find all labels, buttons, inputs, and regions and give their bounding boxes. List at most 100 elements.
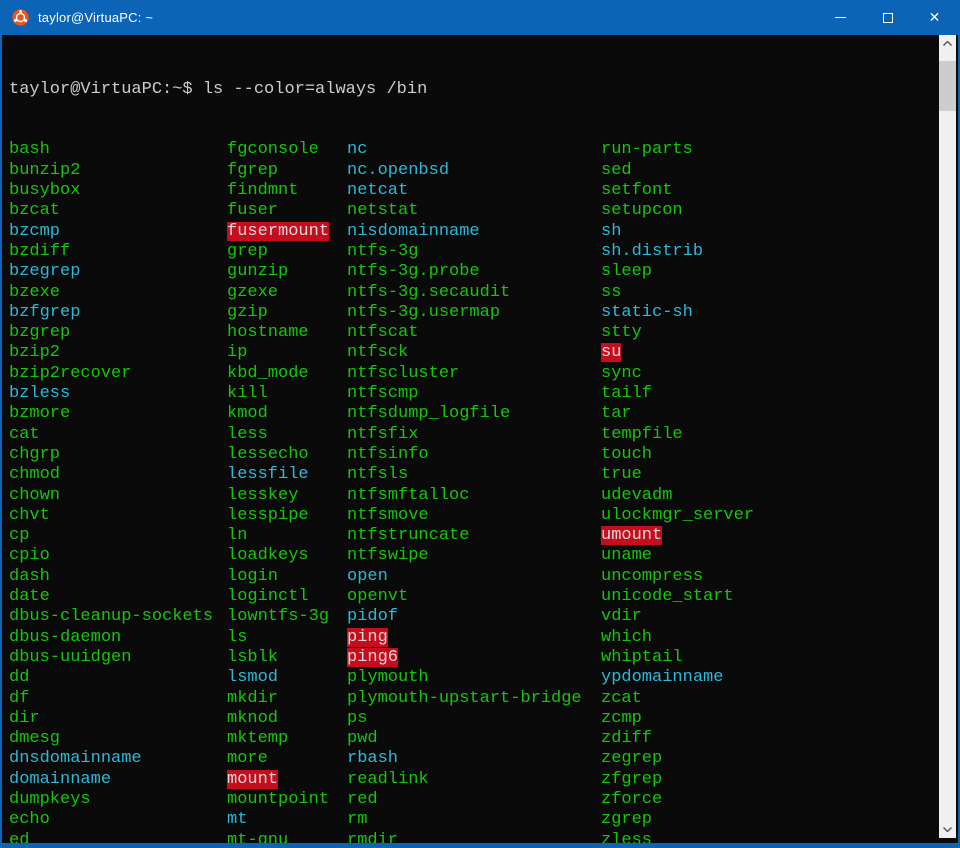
- file-name: bzdiff: [9, 242, 70, 261]
- file-cell: zdiff: [601, 729, 652, 749]
- file-cell: which: [601, 628, 652, 648]
- file-name: plymouth-upstart-bridge: [347, 689, 582, 708]
- file-cell: lesskey: [227, 486, 347, 506]
- file-name: setfont: [601, 181, 672, 200]
- file-name: ntfsck: [347, 343, 408, 362]
- file-cell: ntfsck: [347, 343, 601, 363]
- file-cell: ntfs-3g.probe: [347, 262, 601, 282]
- file-row: chownlesskeyntfsmftallocudevadm: [9, 486, 941, 506]
- file-cell: rm: [347, 810, 601, 830]
- file-name: dir: [9, 709, 40, 728]
- file-cell: ln: [227, 526, 347, 546]
- terminal-window: taylor@VirtuaPC: ~ ✕ taylor@VirtuaPC:~$ …: [0, 0, 960, 848]
- file-cell: zless: [601, 831, 652, 843]
- file-name: run-parts: [601, 140, 693, 159]
- scrollbar-thumb[interactable]: [939, 61, 956, 111]
- file-name: zcmp: [601, 709, 642, 728]
- file-cell: bzmore: [9, 404, 227, 424]
- file-row: ddlsmodplymouthypdomainname: [9, 668, 941, 688]
- file-cell: bzip2recover: [9, 364, 227, 384]
- file-name: ss: [601, 283, 621, 302]
- file-name: lessecho: [227, 445, 309, 464]
- file-name: nc.openbsd: [347, 161, 449, 180]
- file-name: tar: [601, 404, 632, 423]
- scroll-up-button[interactable]: [939, 35, 956, 52]
- file-name: dnsdomainname: [9, 749, 142, 768]
- file-name: kill: [227, 384, 268, 403]
- minimize-button[interactable]: [817, 0, 864, 35]
- file-name: cp: [9, 526, 29, 545]
- file-row: busyboxfindmntnetcatsetfont: [9, 181, 941, 201]
- file-row: dashloginopenuncompress: [9, 567, 941, 587]
- file-cell: bzip2: [9, 343, 227, 363]
- file-name: dumpkeys: [9, 790, 91, 809]
- file-cell: dir: [9, 709, 227, 729]
- file-cell: fusermount: [227, 222, 347, 242]
- file-name: unicode_start: [601, 587, 734, 606]
- file-name: dash: [9, 567, 50, 586]
- file-cell: bzcmp: [9, 222, 227, 242]
- file-cell: chown: [9, 486, 227, 506]
- file-cell: static-sh: [601, 303, 693, 323]
- file-cell: chgrp: [9, 445, 227, 465]
- file-name: bzgrep: [9, 323, 70, 342]
- file-name: sleep: [601, 262, 652, 281]
- maximize-button[interactable]: [864, 0, 911, 35]
- file-row: bzlesskillntfscmptailf: [9, 384, 941, 404]
- file-cell: ntfsfix: [347, 425, 601, 445]
- file-cell: bash: [9, 140, 227, 160]
- file-cell: plymouth-upstart-bridge: [347, 689, 601, 709]
- file-name: setupcon: [601, 201, 683, 220]
- file-cell: zgrep: [601, 810, 652, 830]
- file-cell: setfont: [601, 181, 672, 201]
- chevron-down-icon: [943, 827, 952, 832]
- terminal-screen[interactable]: taylor@VirtuaPC:~$ ls --color=always /bi…: [2, 35, 941, 843]
- file-cell: busybox: [9, 181, 227, 201]
- file-name: login: [227, 567, 278, 586]
- file-name: dmesg: [9, 729, 60, 748]
- file-cell: cat: [9, 425, 227, 445]
- file-name: lessfile: [227, 465, 309, 484]
- file-cell: lowntfs-3g: [227, 607, 347, 627]
- file-cell: bzless: [9, 384, 227, 404]
- file-name: nc: [347, 140, 367, 159]
- file-name: rbash: [347, 749, 398, 768]
- close-button[interactable]: ✕: [911, 0, 958, 35]
- file-cell: ntfsinfo: [347, 445, 601, 465]
- scrollbar[interactable]: [939, 35, 956, 838]
- file-row: bzegrepgunzipntfs-3g.probesleep: [9, 262, 941, 282]
- file-cell: dbus-cleanup-sockets: [9, 607, 227, 627]
- file-cell: umount: [601, 526, 662, 546]
- file-cell: bzgrep: [9, 323, 227, 343]
- file-cell: nc: [347, 140, 601, 160]
- file-cell: true: [601, 465, 642, 485]
- file-row: bzip2recoverkbd_modentfsclustersync: [9, 364, 941, 384]
- file-cell: tempfile: [601, 425, 683, 445]
- file-row: domainnamemountreadlinkzfgrep: [9, 770, 941, 790]
- file-cell: unicode_start: [601, 587, 734, 607]
- file-cell: run-parts: [601, 140, 693, 160]
- file-name: lesspipe: [227, 506, 309, 525]
- file-cell: bunzip2: [9, 161, 227, 181]
- file-name: dbus-uuidgen: [9, 648, 131, 667]
- file-name: ps: [347, 709, 367, 728]
- file-cell: login: [227, 567, 347, 587]
- scroll-down-button[interactable]: [939, 821, 956, 838]
- file-cell: nc.openbsd: [347, 161, 601, 181]
- file-name: zcat: [601, 689, 642, 708]
- file-row: bzdiffgrepntfs-3gsh.distrib: [9, 242, 941, 262]
- file-name: su: [601, 343, 621, 362]
- file-name: lowntfs-3g: [227, 607, 329, 626]
- file-cell: gunzip: [227, 262, 347, 282]
- file-cell: zcat: [601, 689, 642, 709]
- file-name: loadkeys: [227, 546, 309, 565]
- file-name: zfgrep: [601, 770, 662, 789]
- file-cell: sh: [601, 222, 621, 242]
- file-name: ntfstruncate: [347, 526, 469, 545]
- file-row: chmodlessfilentfslstrue: [9, 465, 941, 485]
- file-cell: readlink: [347, 770, 601, 790]
- file-name: open: [347, 567, 388, 586]
- file-row: bzgrephostnamentfscatstty: [9, 323, 941, 343]
- file-cell: hostname: [227, 323, 347, 343]
- file-cell: cp: [9, 526, 227, 546]
